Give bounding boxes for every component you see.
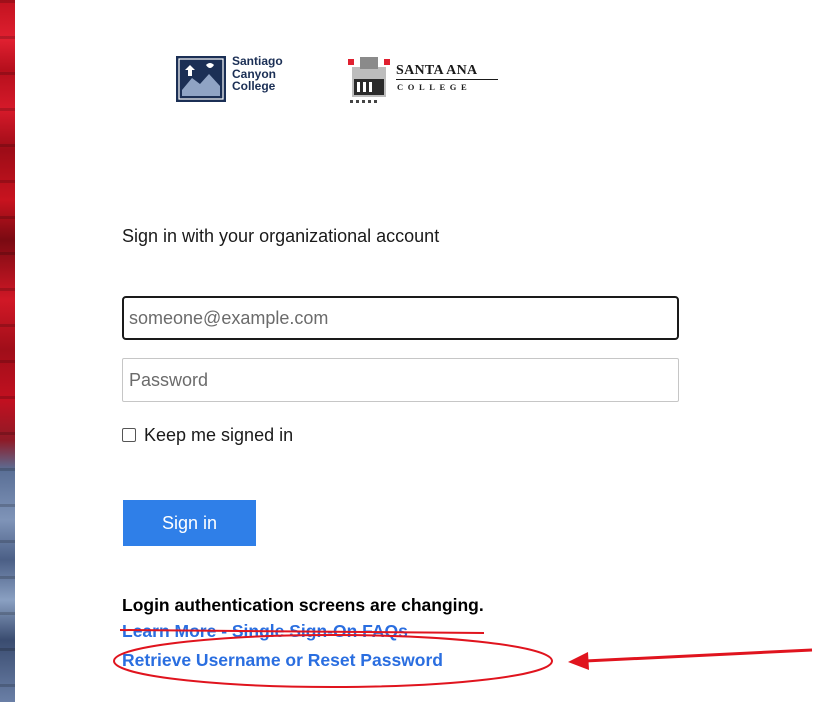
signin-heading: Sign in with your organizational account <box>122 226 440 246</box>
logo-text-line: Santiago <box>232 54 283 68</box>
password-field[interactable] <box>122 358 679 402</box>
santa-ana-logo-icon <box>348 57 390 103</box>
reset-password-link[interactable]: Retrieve Username or Reset Password <box>122 650 443 671</box>
logo-divider <box>396 79 498 80</box>
santiago-canyon-college-logo: Santiago Canyon College <box>176 54 296 104</box>
sign-in-button[interactable]: Sign in <box>123 500 256 546</box>
logo-title: SANTA ANA <box>396 63 478 78</box>
santiago-canyon-logo-icon <box>176 56 226 102</box>
annotation-arrow-icon <box>568 648 813 670</box>
santa-ana-college-logo: SANTA ANA COLLEGE <box>346 53 506 105</box>
email-field[interactable] <box>122 296 679 340</box>
faq-link[interactable]: Learn More - Single Sign-On FAQs <box>122 621 408 642</box>
checkbox-icon[interactable] <box>122 428 136 442</box>
keep-signed-in-option[interactable]: Keep me signed in <box>122 423 293 447</box>
background-photo-strip <box>0 0 15 702</box>
logo-subtitle: COLLEGE <box>397 82 472 92</box>
logo-text-line: College <box>232 79 276 93</box>
keep-signed-in-label: Keep me signed in <box>144 424 294 445</box>
notice-text: Login authentication screens are changin… <box>122 595 484 615</box>
